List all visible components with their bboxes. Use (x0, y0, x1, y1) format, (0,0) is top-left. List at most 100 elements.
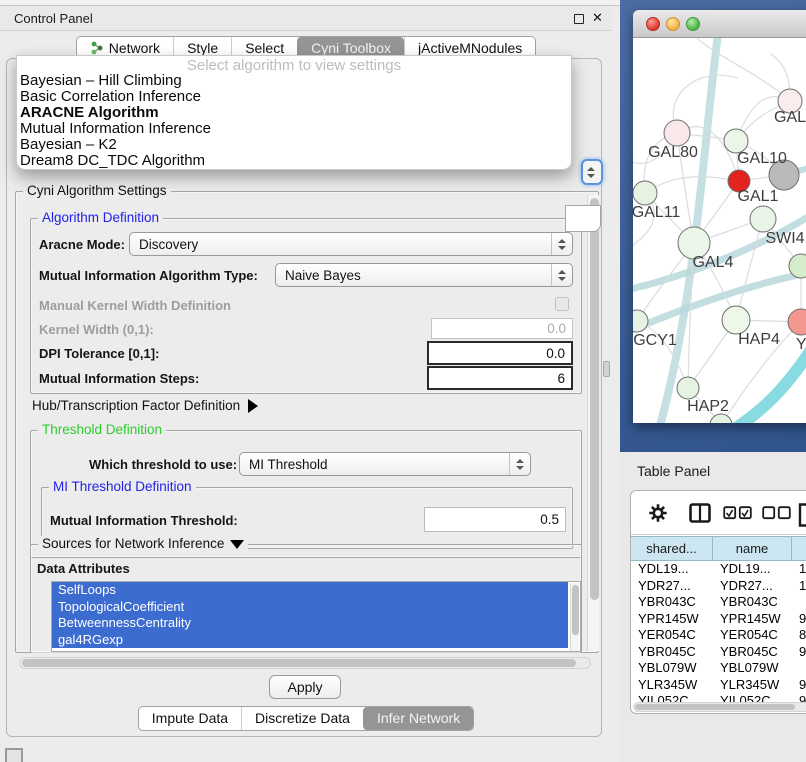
apply-button[interactable]: Apply (269, 675, 341, 699)
algorithm-option-bayesian-k2[interactable]: Bayesian – K2 (20, 137, 568, 153)
network-node-hap4[interactable] (722, 306, 750, 334)
which-threshold-label: Which threshold to use: (89, 457, 237, 472)
tab-label: jActiveMNodules (418, 40, 522, 56)
data-attributes-list[interactable]: SelfLoopsTopologicalCoefficientBetweenne… (51, 581, 581, 652)
algorithm-option-bayesian-hill-climbing[interactable]: Bayesian – Hill Climbing (20, 73, 568, 89)
panel-splitter-handle[interactable] (603, 361, 610, 377)
node-table-card: shared...name YDL19...YDL19...13YDR27...… (630, 490, 806, 714)
hub-definition-label: Hub/Transcription Factor Definition (32, 398, 240, 413)
table-row[interactable]: YBR045CYBR045C9. (631, 644, 806, 661)
aracne-mode-combo[interactable]: Discovery (129, 232, 573, 256)
bottom-tab-discretize-data[interactable]: Discretize Data (241, 707, 363, 730)
column-header[interactable]: name (713, 536, 792, 561)
dock-top-edge (0, 0, 620, 6)
tab-label: Style (187, 40, 218, 56)
table-cell: YDL19... (631, 561, 713, 578)
settings-group-title: Cyni Algorithm Settings (23, 183, 171, 198)
hscrollbar-thumb[interactable] (22, 659, 576, 667)
algorithm-option-dream8-dc-tdc-algorithm[interactable]: Dream8 DC_TDC Algorithm (20, 153, 568, 169)
bottom-tab-infer-network[interactable]: Infer Network (363, 707, 473, 730)
table-horizontal-scrollbar[interactable] (633, 702, 806, 712)
mi-threshold-field[interactable]: 0.5 (424, 507, 566, 532)
table-cell: YLR345W (713, 677, 792, 694)
dpi-tolerance-field[interactable]: 0.0 (427, 341, 573, 365)
network-edge (736, 219, 763, 320)
table-cell: YBL079W (713, 660, 792, 677)
network-window-titlebar[interactable] (633, 10, 806, 38)
settings-scrollbar-thumb[interactable] (590, 198, 599, 600)
node-label: GAL10 (737, 150, 787, 167)
focused-combo-fragment[interactable] (581, 159, 603, 185)
table-hscrollbar-thumb[interactable] (635, 704, 795, 710)
dpi-tolerance-label: DPI Tolerance [0,1]: (39, 346, 159, 361)
control-panel-titlebar: Control Panel ✕ (0, 7, 612, 31)
combo-fragment[interactable] (565, 205, 601, 232)
mi-type-combo[interactable]: Naive Bayes (275, 263, 573, 287)
table-cell: 12 (792, 578, 806, 595)
algorithm-dropdown-items: Bayesian – Hill ClimbingBasic Correlatio… (20, 73, 568, 169)
select-all-checkboxes-icon[interactable] (723, 506, 753, 520)
table-row[interactable]: YPR145WYPR145W9. (631, 611, 806, 628)
network-view-window[interactable]: GALGAL80GAL10GAL1GAL11SWI4GAL4GCY1HAP4YH… (633, 10, 806, 423)
node-label: HAP2 (687, 398, 729, 415)
mi-threshold-label: Mutual Information Threshold: (50, 513, 238, 528)
tab-label: Cyni Toolbox (311, 40, 391, 56)
node-label: GAL1 (738, 188, 779, 205)
sources-title: Sources for Network Inference (42, 536, 224, 551)
hub-definition-expander[interactable]: Hub/Transcription Factor Definition (32, 398, 258, 413)
algorithm-option-aracne-algorithm[interactable]: ARACNE Algorithm (20, 105, 568, 121)
minimize-traffic-light-icon[interactable] (666, 17, 680, 31)
gear-icon[interactable] (647, 502, 669, 524)
network-node-y[interactable] (788, 309, 806, 335)
mi-steps-field[interactable]: 6 (427, 366, 573, 390)
sources-title-row[interactable]: Sources for Network Inference (38, 536, 248, 551)
manual-kernel-checkbox[interactable] (555, 297, 569, 311)
column-header[interactable]: shared... (631, 536, 713, 561)
minimized-panel-icon[interactable] (5, 748, 23, 762)
kernel-width-field[interactable]: 0.0 (431, 318, 573, 339)
network-node-gal80[interactable] (664, 120, 690, 146)
settings-horizontal-scrollbar[interactable] (19, 657, 591, 669)
settings-vertical-scrollbar[interactable] (587, 195, 599, 651)
table-row[interactable]: YDL19...YDL19...13 (631, 561, 806, 578)
deselect-all-checkboxes-icon[interactable] (762, 506, 792, 520)
network-node-gal11[interactable] (633, 181, 657, 205)
stepper-icon[interactable] (551, 233, 572, 255)
stepper-icon[interactable] (551, 264, 572, 286)
zoom-traffic-light-icon[interactable] (686, 17, 700, 31)
stepper-icon[interactable] (509, 453, 530, 475)
which-threshold-combo[interactable]: MI Threshold (239, 452, 531, 476)
table-cell: YLR345W (631, 677, 713, 694)
right-region: GALGAL80GAL10GAL1GAL11SWI4GAL4GCY1HAP4YH… (620, 0, 806, 762)
table-toolbar (631, 491, 806, 535)
list-scrollbar-thumb[interactable] (572, 585, 579, 635)
data-attribute-item[interactable]: SelfLoops (52, 582, 568, 599)
column-header[interactable] (792, 536, 806, 561)
list-vertical-scrollbar[interactable] (570, 583, 579, 652)
table-cell: YBR043C (631, 594, 713, 611)
table-row[interactable]: YBR043CYBR043C (631, 594, 806, 611)
network-node-gcy1[interactable] (633, 310, 648, 332)
aracne-mode-label: Aracne Mode: (39, 237, 125, 252)
network-canvas[interactable]: GALGAL80GAL10GAL1GAL11SWI4GAL4GCY1HAP4YH… (633, 38, 806, 423)
table-row[interactable]: YDR27...YDR27...12 (631, 578, 806, 595)
data-attribute-item[interactable]: TopologicalCoefficient (52, 599, 568, 616)
algorithm-option-mutual-information-inference[interactable]: Mutual Information Inference (20, 121, 568, 137)
columns-icon[interactable] (688, 502, 712, 524)
table-row[interactable]: YBL079WYBL079W (631, 660, 806, 677)
table-row[interactable]: YER054CYER054C8. (631, 627, 806, 644)
algorithm-option-basic-correlation-inference[interactable]: Basic Correlation Inference (20, 89, 568, 105)
mi-steps-label: Mutual Information Steps: (39, 371, 199, 386)
algorithm-dropdown-popup: Select algorithm to view settings Bayesi… (16, 55, 572, 170)
close-icon[interactable]: ✕ (592, 10, 603, 26)
close-traffic-light-icon[interactable] (646, 17, 660, 31)
file-icon[interactable] (797, 502, 806, 528)
table-row[interactable]: YLR345WYLR345W9. (631, 677, 806, 694)
table-cell: YER054C (631, 627, 713, 644)
data-attribute-item[interactable]: gal4RGexp (52, 632, 568, 649)
data-attribute-item[interactable]: BetweennessCentrality (52, 615, 568, 632)
network-node-hap2[interactable] (677, 377, 699, 399)
float-window-icon[interactable] (574, 14, 584, 24)
network-node-swi4[interactable] (750, 206, 776, 232)
bottom-tab-impute-data[interactable]: Impute Data (139, 707, 241, 730)
